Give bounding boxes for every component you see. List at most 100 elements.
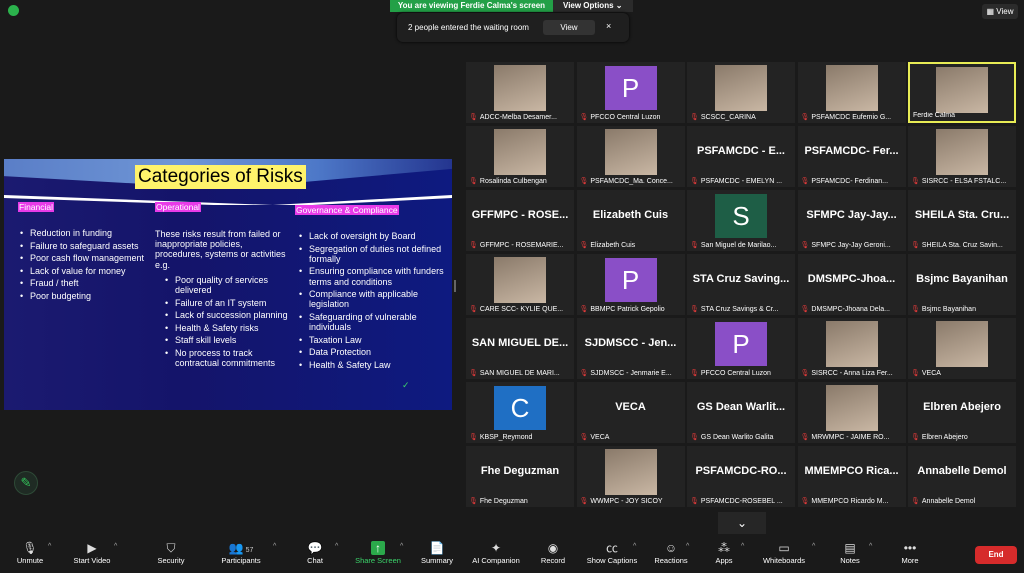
start-video-button[interactable]: ▶ Start Video ^ [62, 540, 122, 565]
participant-tile[interactable]: P 🎙 PFCCO Central Luzon [576, 62, 685, 123]
participant-tile[interactable]: PSFAMCDC-RO... 🎙 PSFAMCDC-ROSEBEL ... [687, 446, 795, 507]
participant-tile[interactable]: SAN MIGUEL DE... 🎙 SAN MIGUEL DE MARI... [466, 318, 574, 379]
participant-display-name: PSFAMCDC- Fer... [804, 145, 899, 157]
more-icon: ••• [903, 541, 917, 555]
participant-tile[interactable]: SHEILA Sta. Cru... 🎙 SHEILA Sta. Cruz Savi… [908, 190, 1016, 251]
participant-tile[interactable]: SJDMSCC - Jen... 🎙 SJDMSCC - Jenmarie E... [576, 318, 685, 379]
apps-button[interactable]: ⁂ Apps ^ [694, 540, 754, 565]
show-captions-button[interactable]: ㏄ Show Captions ^ [582, 540, 642, 565]
annotate-pencil-icon[interactable]: ✎ [14, 471, 38, 495]
security-shield-icon[interactable] [8, 5, 19, 16]
participants-button[interactable]: 👥 57 Participants ^ [211, 540, 276, 565]
reactions-button[interactable]: ☺ Reactions ^ [641, 540, 701, 565]
participant-tile[interactable]: 🎙 SCSCC_CARINA [687, 62, 795, 123]
chevron-up-icon[interactable]: ^ [400, 543, 403, 550]
participant-tile[interactable]: DMSMPC-Jhoa... 🎙 DMSMPC-Jhoana Dela... [797, 254, 906, 315]
participant-tile[interactable]: GS Dean Warlit... 🎙 GS Dean Warlito Galita [687, 382, 795, 443]
participant-tile[interactable]: 🎙 PSFAMCDC Eufemio G... [797, 62, 906, 123]
chat-button[interactable]: 💬 Chat ^ [285, 540, 345, 565]
view-options-button[interactable]: View Options ⌄ [553, 0, 633, 12]
chevron-up-icon[interactable]: ^ [273, 543, 276, 550]
participant-name: Fhe Deguzman [479, 498, 528, 505]
participant-tile[interactable]: 🎙 ADCC-Melba Desamer... [466, 62, 574, 123]
view-waiting-room-button[interactable]: View [543, 20, 595, 35]
participant-tile[interactable]: VECA 🎙 VECA [576, 382, 685, 443]
chevron-down-icon: ⌄ [736, 516, 748, 530]
participant-tile[interactable]: 🎙 SISRCC - Anna Liza Fer... [797, 318, 906, 379]
participant-name: SAN MIGUEL DE MARI... [479, 370, 560, 377]
muted-microphone-icon: 🎙 [800, 242, 810, 249]
participant-tile[interactable]: PSFAMCDC- Fer... 🎙 PSFAMCDC- Ferdinan... [797, 126, 906, 187]
notes-button[interactable]: ▤ Notes ^ [820, 540, 880, 565]
whiteboards-button[interactable]: ▭ Whiteboards ^ [754, 540, 815, 565]
participant-tile[interactable]: STA Cruz Saving... 🎙 STA Cruz Savings & Cr… [687, 254, 795, 315]
participant-name: PFCCO Central Luzon [590, 114, 661, 121]
close-icon[interactable]: × [606, 21, 611, 31]
more-button[interactable]: ••• More [880, 540, 940, 565]
participant-avatar: P [715, 322, 767, 366]
whiteboards-label: Whiteboards [762, 556, 806, 565]
chevron-up-icon[interactable]: ^ [633, 543, 636, 550]
participant-tile[interactable]: GFFMPC - ROSE... 🎙 GFFMPC - ROSEMARIE... [466, 190, 574, 251]
record-button[interactable]: ◉ Record [523, 540, 583, 565]
chevron-up-icon[interactable]: ^ [741, 543, 744, 550]
participant-name: VECA [921, 370, 941, 377]
participant-tile[interactable]: P 🎙 PFCCO Central Luzon [687, 318, 795, 379]
participant-name-label: 🎙 Rosalinda Culbengan [469, 177, 572, 185]
muted-microphone-icon: 🎙 [469, 434, 478, 441]
participant-name-label: 🎙 DMSMPC-Jhoana Dela... [801, 305, 904, 313]
participant-tile[interactable]: C 🎙 KBSP_Reymond [466, 382, 574, 443]
security-button[interactable]: ⛉ Security [141, 540, 201, 565]
muted-microphone-icon: 🎙 [800, 114, 810, 121]
unmute-button[interactable]: 🎙 Unmute ^ [0, 540, 60, 565]
list-item: Compliance with applicable legislation [297, 289, 447, 309]
list-item: Poor budgeting [18, 291, 153, 301]
muted-microphone-icon: 🎙 [469, 242, 478, 249]
ai-companion-button[interactable]: ✦ AI Companion [466, 540, 526, 565]
chevron-up-icon[interactable]: ^ [335, 543, 338, 550]
participant-name-label: 🎙 Annabelle Demol [911, 497, 1014, 505]
participant-tile[interactable]: S 🎙 San Miguel de Marilao... [687, 190, 795, 251]
muted-microphone-icon: 🎙 [690, 178, 699, 185]
chevron-up-icon[interactable]: ^ [48, 543, 51, 550]
chevron-up-icon[interactable]: ^ [686, 543, 689, 550]
participant-tile[interactable]: PSFAMCDC - E... 🎙 PSFAMCDC - EMELYN ... [687, 126, 795, 187]
participant-name: VECA [590, 434, 610, 441]
participant-tile[interactable]: SFMPC Jay-Jay... 🎙 SFMPC Jay-Jay Geroni... [797, 190, 906, 251]
view-options-label: View Options [563, 1, 614, 10]
resize-handle[interactable] [454, 280, 456, 292]
participant-tile[interactable]: 🎙 CARE SCC- KYLIE QUE... [466, 254, 574, 315]
viewing-banner: You are viewing Ferdie Calma's screen [390, 0, 553, 12]
end-meeting-button[interactable]: End [975, 546, 1017, 564]
participant-name: KBSP_Reymond [479, 434, 533, 441]
participant-name-label: 🎙 PFCCO Central Luzon [690, 369, 793, 377]
chevron-up-icon[interactable]: ^ [114, 543, 117, 550]
summary-button[interactable]: 📄 Summary [407, 540, 467, 565]
participant-tile[interactable]: P 🎙 BBMPC Patrick Gepolio [576, 254, 685, 315]
participant-tile[interactable]: 🎙 WWMPC - JOY SICOY [576, 446, 685, 507]
participant-tile[interactable]: 🎙 SISRCC - ELSA FSTALC... [908, 126, 1016, 187]
muted-microphone-icon: 🎙 [690, 306, 699, 313]
participant-name-label: 🎙 San Miguel de Marilao... [690, 241, 793, 249]
muted-microphone-icon: 🎙 [800, 498, 810, 505]
participant-tile[interactable]: 🎙 VECA [908, 318, 1016, 379]
gallery-next-page-button[interactable]: ⌄ [718, 512, 766, 534]
participant-tile[interactable]: 🎙 PSFAMCDC_Ma. Conce... [576, 126, 685, 187]
participant-tile[interactable]: 🎙 MRWMPC - JAIME RO... [797, 382, 906, 443]
participant-name-label: 🎙 PFCCO Central Luzon [580, 113, 683, 121]
participant-tile[interactable]: Fhe Deguzman 🎙 Fhe Deguzman [466, 446, 574, 507]
participant-tile[interactable]: Annabelle Demol 🎙 Annabelle Demol [908, 446, 1016, 507]
checkmark-icon: ✓ [402, 380, 410, 390]
participant-tile[interactable]: Ferdie Calma [908, 62, 1016, 123]
participant-tile[interactable]: Elizabeth Cuis 🎙 Elizabeth Cuis [576, 190, 685, 251]
share-screen-button[interactable]: ↑ Share Screen ^ [348, 540, 408, 565]
chevron-up-icon[interactable]: ^ [812, 543, 815, 550]
participant-tile[interactable]: Elbren Abejero 🎙 Elbren Abejero [908, 382, 1016, 443]
participant-tile[interactable]: 🎙 Rosalinda Culbengan [466, 126, 574, 187]
view-button[interactable]: ▦ View [982, 4, 1018, 19]
participant-tile[interactable]: MMEMPCO Rica... 🎙 MMEMPCO Ricardo M... [797, 446, 906, 507]
participant-tile[interactable]: Bsjmc Bayanihan 🎙 Bsjmc Bayanihan [908, 254, 1016, 315]
operational-intro: These risks result from failed or inappr… [155, 229, 286, 270]
muted-microphone-icon: 🎙 [579, 306, 589, 313]
chevron-up-icon[interactable]: ^ [869, 543, 872, 550]
